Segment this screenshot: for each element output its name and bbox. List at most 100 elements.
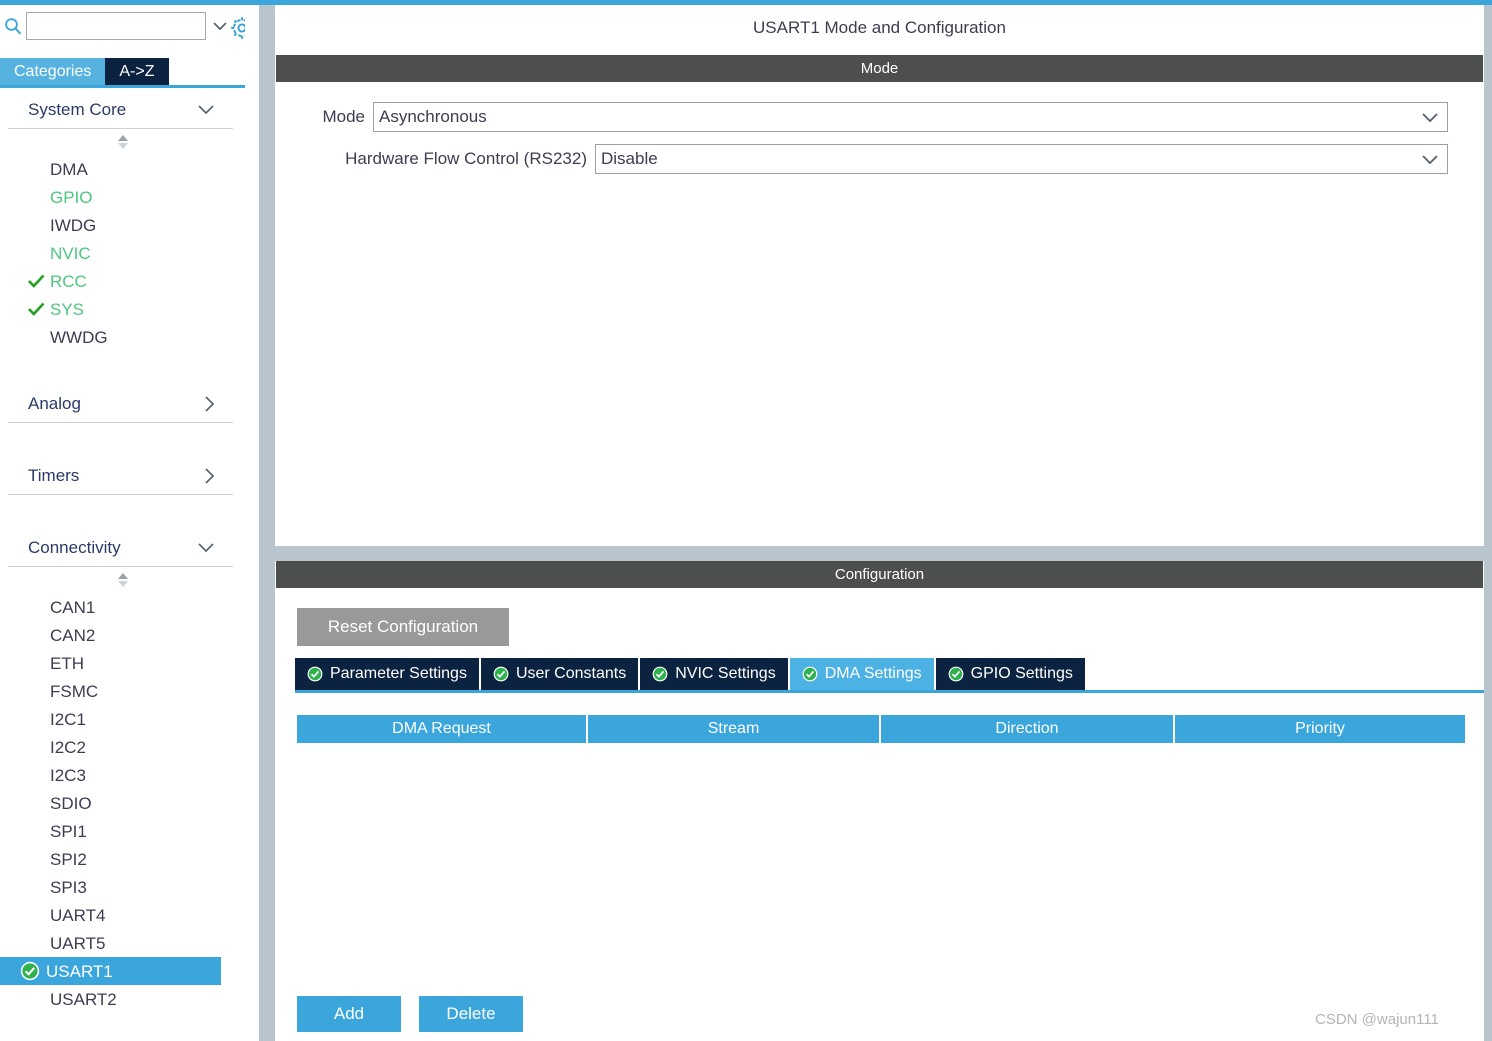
sidebar-item-wwdg-label: WWDG — [50, 327, 108, 347]
sidebar-item-spi1[interactable]: SPI1 — [0, 817, 245, 845]
page-title: USART1 Mode and Configuration — [275, 5, 1484, 51]
sidebar-item-sdio[interactable]: SDIO — [0, 789, 245, 817]
scroll-spinner[interactable] — [0, 129, 245, 155]
sidebar-item-rcc[interactable]: RCC — [0, 267, 245, 295]
column-header-stream[interactable]: Stream — [588, 715, 879, 743]
tab-user-constants-label: User Constants — [515, 665, 627, 682]
sidebar-item-sdio-label: SDIO — [50, 793, 92, 813]
sidebar-item-uart5[interactable]: UART5 — [0, 929, 245, 957]
chevron-right-icon[interactable] — [204, 395, 215, 413]
vertical-splitter[interactable] — [259, 5, 275, 1041]
column-header-priority[interactable]: Priority — [1175, 715, 1465, 743]
sidebar-item-iwdg-label: IWDG — [50, 215, 97, 235]
configuration-section-header: Configuration — [276, 561, 1483, 588]
scroll-spinner[interactable] — [0, 567, 245, 593]
chevron-right-icon[interactable] — [204, 467, 215, 485]
sidebar-item-dma[interactable]: DMA — [0, 155, 245, 183]
sidebar-item-gpio-label: GPIO — [50, 187, 93, 207]
delete-button[interactable]: Delete — [419, 996, 523, 1032]
group-connectivity[interactable]: Connectivity — [8, 529, 233, 567]
horizontal-splitter[interactable] — [275, 546, 1484, 561]
tab-nvic-settings-label: NVIC Settings — [675, 665, 776, 682]
sidebar-item-uart4-label: UART4 — [50, 905, 106, 925]
tab-gpio-settings[interactable]: GPIO Settings — [935, 658, 1085, 690]
search-input[interactable] — [31, 18, 212, 34]
configuration-section-body: Reset Configuration Parameter Settings U… — [275, 588, 1484, 1041]
sidebar-item-gpio[interactable]: GPIO — [0, 183, 245, 211]
chevron-down-icon[interactable] — [197, 104, 215, 115]
sidebar-item-eth[interactable]: ETH — [0, 649, 245, 677]
watermark: CSDN @wajun111 — [1315, 1011, 1439, 1028]
mode-select[interactable]: Asynchronous — [373, 102, 1448, 132]
sidebar-item-usart1-label: USART1 — [46, 961, 113, 981]
chevron-down-icon[interactable] — [1413, 154, 1447, 165]
gear-icon[interactable] — [228, 14, 245, 42]
hardware-flow-control-select[interactable]: Disable — [595, 144, 1448, 174]
sidebar-item-nvic-label: NVIC — [50, 243, 91, 263]
column-header-direction[interactable]: Direction — [881, 715, 1173, 743]
sidebar-item-spi3[interactable]: SPI3 — [0, 873, 245, 901]
group-analog[interactable]: Analog — [8, 385, 233, 423]
tab-nvic-settings[interactable]: NVIC Settings — [640, 658, 788, 690]
sidebar-item-can1[interactable]: CAN1 — [0, 593, 245, 621]
hardware-flow-control-label: Hardware Flow Control (RS232) — [345, 149, 587, 168]
sidebar-item-eth-label: ETH — [50, 653, 84, 673]
sidebar-item-sys-label: SYS — [50, 299, 85, 319]
circle-check-icon — [20, 961, 40, 981]
dma-table-body-empty — [297, 743, 1467, 988]
tab-parameter-settings[interactable]: Parameter Settings — [295, 658, 479, 690]
configuration-tabs-underline — [295, 690, 1484, 693]
tab-parameter-settings-label: Parameter Settings — [330, 665, 467, 682]
group-connectivity-label: Connectivity — [28, 537, 121, 557]
sidebar-item-can1-label: CAN1 — [50, 597, 96, 617]
sidebar-item-usart2[interactable]: USART2 — [0, 985, 245, 1013]
column-header-dma-request[interactable]: DMA Request — [297, 715, 586, 743]
tab-dma-settings[interactable]: DMA Settings — [789, 658, 934, 690]
dma-request-table: DMA Request Stream Direction Priority — [297, 715, 1467, 988]
tab-gpio-settings-label: GPIO Settings — [970, 665, 1073, 682]
sidebar-item-can2[interactable]: CAN2 — [0, 621, 245, 649]
sidebar-item-i2c3[interactable]: I2C3 — [0, 761, 245, 789]
dma-table-header-row: DMA Request Stream Direction Priority — [297, 715, 1467, 743]
group-system-core[interactable]: System Core — [8, 91, 233, 129]
group-timers-label: Timers — [28, 465, 80, 485]
sidebar-item-can2-label: CAN2 — [50, 625, 96, 645]
sidebar-item-fsmc-label: FSMC — [50, 681, 99, 701]
sidebar-item-uart4[interactable]: UART4 — [0, 901, 245, 929]
sidebar-item-rcc-label: RCC — [50, 271, 87, 291]
chevron-down-icon[interactable] — [1413, 112, 1447, 123]
circle-check-icon — [652, 666, 668, 682]
search-combo[interactable] — [26, 12, 227, 40]
sidebar-item-iwdg[interactable]: IWDG — [0, 211, 245, 239]
sidebar-item-sys[interactable]: SYS — [0, 295, 245, 323]
tab-dma-settings-label: DMA Settings — [824, 665, 922, 682]
sidebar-item-dma-label: DMA — [50, 159, 88, 179]
group-gap — [0, 351, 245, 385]
sidebar-item-usart1[interactable]: USART1 — [0, 957, 221, 985]
add-button[interactable]: Add — [297, 996, 401, 1032]
chevron-down-icon[interactable] — [197, 542, 215, 553]
sidebar-item-spi3-label: SPI3 — [50, 877, 87, 897]
sidebar-item-i2c1-label: I2C1 — [50, 709, 86, 729]
sidebar-item-uart5-label: UART5 — [50, 933, 106, 953]
chevron-down-icon[interactable] — [212, 13, 228, 39]
tab-user-constants[interactable]: User Constants — [480, 658, 639, 690]
sidebar-item-usart2-label: USART2 — [50, 989, 117, 1009]
sidebar-item-fsmc[interactable]: FSMC — [0, 677, 245, 705]
sidebar-tabs-underline — [0, 85, 245, 88]
sidebar-item-i2c2[interactable]: I2C2 — [0, 733, 245, 761]
tab-categories-label: Categories — [14, 62, 92, 80]
reset-configuration-button[interactable]: Reset Configuration — [297, 608, 509, 646]
group-timers[interactable]: Timers — [8, 457, 233, 495]
mode-select-value: Asynchronous — [379, 107, 487, 126]
sidebar-item-i2c2-label: I2C2 — [50, 737, 86, 757]
sidebar-item-spi2[interactable]: SPI2 — [0, 845, 245, 873]
circle-check-icon — [948, 666, 964, 682]
group-system-core-label: System Core — [28, 99, 127, 119]
sidebar-item-wwdg[interactable]: WWDG — [0, 323, 245, 351]
right-panel-edge — [1484, 5, 1492, 1041]
sidebar-item-i2c1[interactable]: I2C1 — [0, 705, 245, 733]
sidebar-item-nvic[interactable]: NVIC — [0, 239, 245, 267]
tab-categories[interactable]: Categories — [0, 58, 106, 85]
tab-a-to-z[interactable]: A->Z — [105, 58, 169, 85]
